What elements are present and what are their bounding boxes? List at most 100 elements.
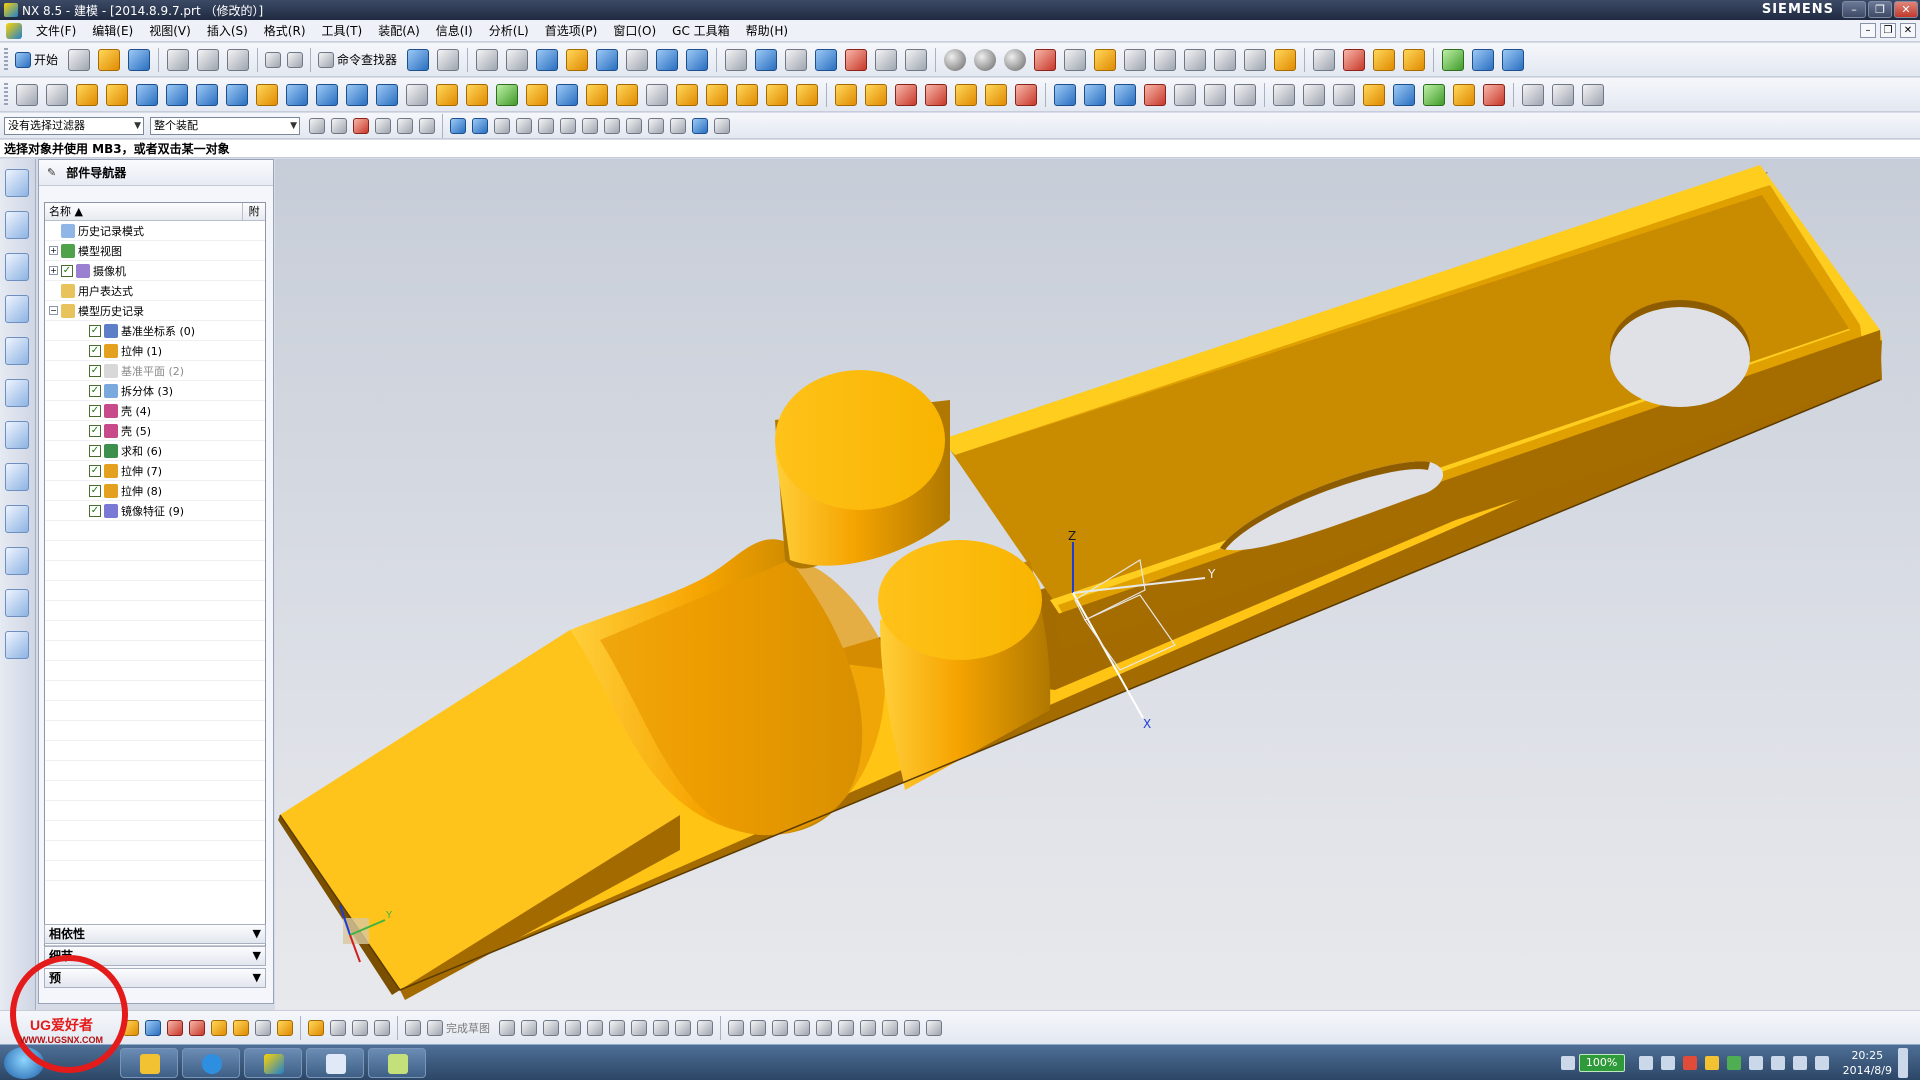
- triangle-icon[interactable]: [1313, 48, 1336, 71]
- pin-icon[interactable]: ✎: [47, 166, 56, 179]
- datum-csys-icon[interactable]: [496, 83, 518, 106]
- shell-icon[interactable]: [616, 83, 638, 106]
- monitor-icon[interactable]: [1638, 1056, 1653, 1070]
- tree-row[interactable]: ✓ 壳 (5): [45, 421, 265, 441]
- finish-sketch-button[interactable]: 完成草图: [446, 1020, 490, 1036]
- assembly-icon[interactable]: [407, 48, 430, 71]
- surface-through-curves-icon[interactable]: [1054, 83, 1076, 106]
- reposition-icon[interactable]: [1393, 83, 1415, 106]
- point-on-curve-icon[interactable]: [670, 117, 686, 134]
- feature-checkbox[interactable]: ✓: [89, 324, 101, 337]
- measure-angle-icon[interactable]: [875, 48, 898, 71]
- finish-sketch-icon[interactable]: [427, 1019, 443, 1036]
- restore-button[interactable]: ❐: [1868, 1, 1892, 18]
- more-tools-icon[interactable]: [1582, 83, 1604, 106]
- sketch-offset-icon[interactable]: [233, 1019, 249, 1036]
- chamfer-icon[interactable]: [466, 83, 488, 106]
- spline-icon[interactable]: [1204, 83, 1226, 106]
- column-header-extra[interactable]: 附: [243, 203, 265, 220]
- paste-icon[interactable]: [227, 48, 250, 71]
- geometric-constraint-icon[interactable]: [816, 1019, 832, 1036]
- curve-icon[interactable]: [1174, 83, 1196, 106]
- menu-preferences[interactable]: 首选项(P): [537, 20, 606, 42]
- show-desktop-button[interactable]: [1898, 1048, 1908, 1078]
- clearance-icon[interactable]: [1483, 83, 1505, 106]
- tree-row[interactable]: ✓ 拉伸 (8): [45, 481, 265, 501]
- pmi-icon[interactable]: [1472, 48, 1495, 71]
- snap-enable-icon[interactable]: [494, 117, 510, 134]
- qq-tray-icon[interactable]: [1682, 1056, 1697, 1070]
- cone-icon[interactable]: [196, 83, 218, 106]
- start-button[interactable]: 开始: [34, 51, 58, 68]
- polygon-icon[interactable]: [697, 1019, 713, 1036]
- menu-app-icon[interactable]: [6, 22, 22, 39]
- binoculars-icon[interactable]: [318, 51, 335, 68]
- thread-icon[interactable]: [376, 83, 398, 106]
- chevron-down-icon[interactable]: ▼: [253, 947, 261, 965]
- rear-boss-top[interactable]: [775, 370, 945, 510]
- tree-row[interactable]: ✓ 壳 (4): [45, 401, 265, 421]
- sphere-feature-icon[interactable]: [226, 83, 248, 106]
- tree-row[interactable]: ✓ 拉伸 (7): [45, 461, 265, 481]
- minimize-button[interactable]: –: [1842, 1, 1866, 18]
- dependencies-panel[interactable]: 相依性 ▼: [44, 924, 266, 944]
- tree-row[interactable]: ✓ 拉伸 (1): [45, 341, 265, 361]
- reset-filter-icon[interactable]: [309, 117, 325, 134]
- menu-information[interactable]: 信息(I): [428, 20, 481, 42]
- copy-icon[interactable]: [197, 48, 220, 71]
- select-hidden-icon[interactable]: [472, 117, 488, 134]
- constraint-navigator-icon[interactable]: [5, 211, 29, 239]
- chevron-down-icon[interactable]: ▼: [253, 925, 261, 943]
- toolbar-grip[interactable]: [4, 47, 8, 72]
- section-view-icon[interactable]: [815, 48, 838, 71]
- new-sketch-icon[interactable]: [46, 83, 68, 106]
- ruler-icon[interactable]: [905, 48, 928, 71]
- sketch-show-constraints-icon[interactable]: [374, 1019, 390, 1036]
- sequence-icon[interactable]: [1453, 83, 1475, 106]
- select-body-icon[interactable]: [375, 117, 391, 134]
- reuse-library-icon[interactable]: [5, 295, 29, 323]
- move-object-icon[interactable]: [686, 48, 709, 71]
- network-icon[interactable]: [1814, 1056, 1829, 1070]
- feature-checkbox[interactable]: ✓: [89, 484, 101, 497]
- datum-plane-icon[interactable]: [406, 83, 428, 106]
- sew-icon[interactable]: [1144, 83, 1166, 106]
- trim-body-icon[interactable]: [526, 83, 548, 106]
- fillet-icon[interactable]: [587, 1019, 603, 1036]
- menu-insert[interactable]: 插入(S): [199, 20, 256, 42]
- tree-row[interactable]: + 模型视图: [45, 241, 265, 261]
- sync-pull-face-icon[interactable]: [865, 83, 887, 106]
- open-file-icon[interactable]: [98, 48, 121, 71]
- menu-help[interactable]: 帮助(H): [738, 20, 796, 42]
- select-feature-icon[interactable]: [331, 117, 347, 134]
- touch-mode-icon[interactable]: [437, 48, 460, 71]
- sync-move-face-icon[interactable]: [835, 83, 857, 106]
- sketch-dimension-icon[interactable]: [308, 1019, 324, 1036]
- show-hidden-icons-icon[interactable]: [1660, 1056, 1675, 1070]
- pattern-feature-icon[interactable]: [796, 83, 818, 106]
- hd3d-tools-icon[interactable]: [5, 337, 29, 365]
- display-mode-icon[interactable]: [1064, 48, 1087, 71]
- swept-icon[interactable]: [1114, 83, 1136, 106]
- end-point-icon[interactable]: [516, 117, 532, 134]
- chamfer-sketch-icon[interactable]: [609, 1019, 625, 1036]
- quick-trim-icon[interactable]: [728, 1019, 744, 1036]
- intersect-icon[interactable]: [736, 83, 758, 106]
- reports-icon[interactable]: [1502, 48, 1525, 71]
- undo-icon[interactable]: [265, 51, 282, 68]
- hole-icon[interactable]: [256, 83, 278, 106]
- sync-offset-region-icon[interactable]: [955, 83, 977, 106]
- offset-face-icon[interactable]: [646, 83, 668, 106]
- point-icon[interactable]: [675, 1019, 691, 1036]
- feature-checkbox[interactable]: ✓: [61, 264, 73, 277]
- select-visible-icon[interactable]: [450, 117, 466, 134]
- manufacturing-wizards-icon[interactable]: [5, 505, 29, 533]
- split-body-icon[interactable]: [556, 83, 578, 106]
- input-method-icon[interactable]: [1748, 1056, 1763, 1070]
- feature-checkbox[interactable]: ✓: [89, 464, 101, 477]
- edge-blend-icon[interactable]: [436, 83, 458, 106]
- subtract-icon[interactable]: [706, 83, 728, 106]
- shaded-sphere-icon[interactable]: [944, 48, 967, 71]
- taskbar-doc[interactable]: [306, 1048, 364, 1078]
- tree-row[interactable]: ✓ 基准平面 (2): [45, 361, 265, 381]
